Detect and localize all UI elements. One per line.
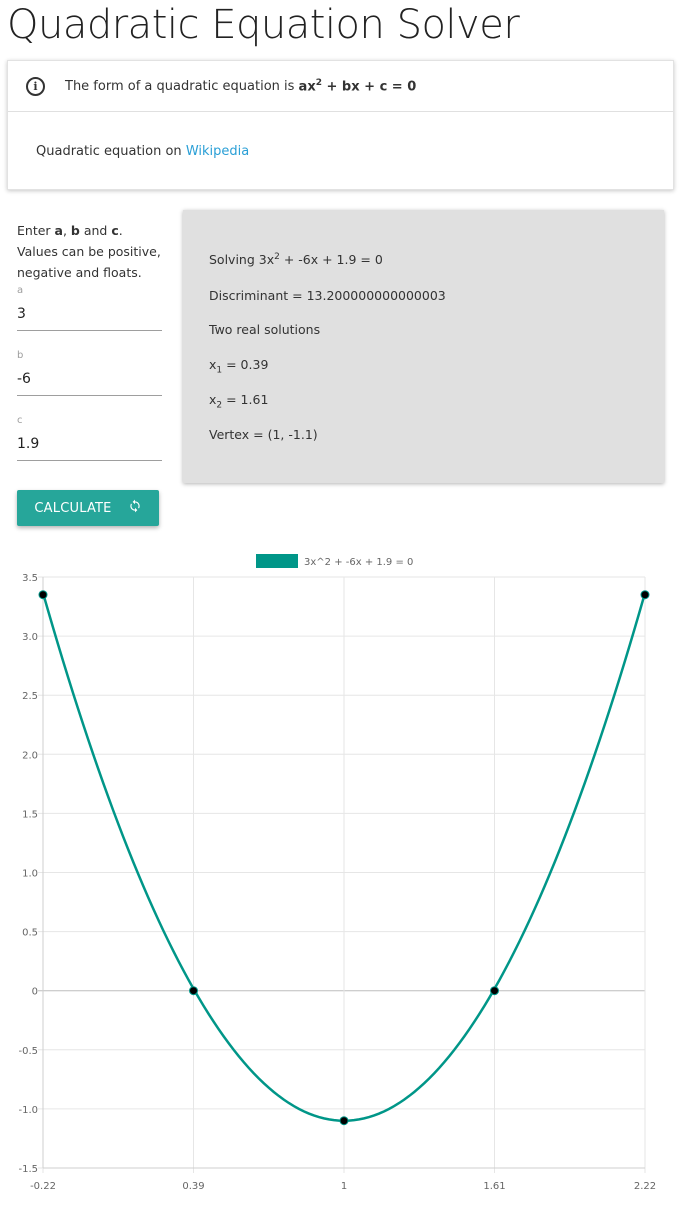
instr-c: c bbox=[111, 223, 119, 238]
form-equation: ax2 + bx + c = 0 bbox=[299, 78, 417, 94]
y-tick-label: 0 bbox=[32, 987, 38, 998]
vertex: Vertex = (1, -1.1) bbox=[209, 427, 318, 442]
calculate-label: CALCULATE bbox=[34, 500, 112, 516]
field-a: a 3 bbox=[17, 285, 162, 331]
y-tick-label: 3.0 bbox=[22, 632, 38, 643]
a-input[interactable]: 3 bbox=[17, 306, 162, 331]
y-tick-label: 0.5 bbox=[22, 928, 38, 939]
chart: 3.5 3.0 2.5 2.0 1.5 1.0 0.5 0 -0.5 -1.0 -1.5 -0.22 0… bbox=[0, 545, 680, 1201]
info-card: i The form of a quadratic equation is ax… bbox=[7, 60, 674, 190]
y-tick-label: 2.5 bbox=[22, 691, 38, 702]
y-tick-label: -1.5 bbox=[18, 1164, 38, 1175]
field-b: b -6 bbox=[17, 350, 162, 396]
legend-label: 3x^2 + -6x + 1.9 = 0 bbox=[304, 557, 413, 568]
quadratic-form-info: i The form of a quadratic equation is ax… bbox=[8, 61, 673, 112]
y-tick-label: 1.5 bbox=[22, 809, 38, 820]
solving-prefix: Solving 3x bbox=[209, 252, 275, 268]
info-icon: i bbox=[26, 76, 45, 96]
instr-b: b bbox=[70, 223, 80, 238]
data-point bbox=[640, 590, 650, 600]
wikipedia-link[interactable]: Wikipedia bbox=[186, 144, 249, 159]
x-tick-label: 1 bbox=[341, 1181, 347, 1192]
wiki-row: Quadratic equation on Wikipedia bbox=[36, 144, 249, 159]
c-input[interactable]: 1.9 bbox=[17, 436, 162, 461]
x-tick-label: -0.22 bbox=[30, 1181, 56, 1192]
page-title: Quadratic Equation Solver bbox=[7, 2, 520, 48]
y-tick-label: 3.5 bbox=[22, 573, 38, 584]
data-point bbox=[339, 1116, 349, 1126]
x1-value: = 0.39 bbox=[222, 357, 269, 372]
field-c: c 1.9 bbox=[17, 415, 162, 461]
x2-value: = 1.61 bbox=[222, 392, 269, 407]
instr-text: Enter bbox=[17, 223, 55, 238]
solving-suffix: + -6x + 1.9 = 0 bbox=[279, 252, 383, 268]
a-label: a bbox=[17, 285, 24, 296]
instr-text: and bbox=[79, 223, 112, 238]
instr-a: a bbox=[54, 223, 63, 238]
x-tick-label: 2.22 bbox=[634, 1181, 656, 1192]
calculate-button[interactable]: CALCULATE bbox=[17, 490, 159, 526]
instr-text: , bbox=[62, 223, 71, 238]
wiki-prefix: Quadratic equation on bbox=[36, 144, 186, 159]
solutions-type: Two real solutions bbox=[209, 322, 321, 337]
form-text: The form of a quadratic equation is bbox=[65, 78, 295, 94]
x-tick-label: 1.61 bbox=[483, 1181, 505, 1192]
b-input[interactable]: -6 bbox=[17, 371, 162, 396]
result-card: Solving 3x2 + -6x + 1.9 = 0 Discriminant… bbox=[183, 210, 664, 483]
b-label: b bbox=[17, 350, 24, 361]
x1-solution: x1 = 0.39 bbox=[209, 357, 268, 376]
y-tick-label: 2.0 bbox=[22, 750, 38, 761]
solving-line: Solving 3x2 + -6x + 1.9 = 0 bbox=[209, 252, 383, 267]
data-point bbox=[490, 986, 499, 996]
chart-svg: 3.5 3.0 2.5 2.0 1.5 1.0 0.5 0 -0.5 -1.0 -1.5 -0.22 0… bbox=[18, 554, 656, 1192]
x-tick-label: 0.39 bbox=[182, 1181, 204, 1192]
c-label: c bbox=[17, 415, 23, 426]
x2-solution: x2 = 1.61 bbox=[209, 392, 268, 411]
form-equation-tail: + bx + c = 0 bbox=[321, 79, 417, 95]
form-equation-head: ax bbox=[298, 79, 316, 95]
legend-swatch bbox=[256, 554, 298, 568]
data-point bbox=[38, 590, 48, 600]
data-point bbox=[189, 986, 198, 996]
refresh-icon bbox=[128, 499, 142, 517]
y-tick-label: -0.5 bbox=[18, 1046, 38, 1057]
y-tick-label: 1.0 bbox=[22, 869, 38, 880]
instructions: Enter a, b and c. Values can be positive… bbox=[17, 220, 167, 283]
discriminant: Discriminant = 13.200000000000003 bbox=[209, 288, 446, 303]
y-tick-label: -1.0 bbox=[18, 1105, 38, 1116]
